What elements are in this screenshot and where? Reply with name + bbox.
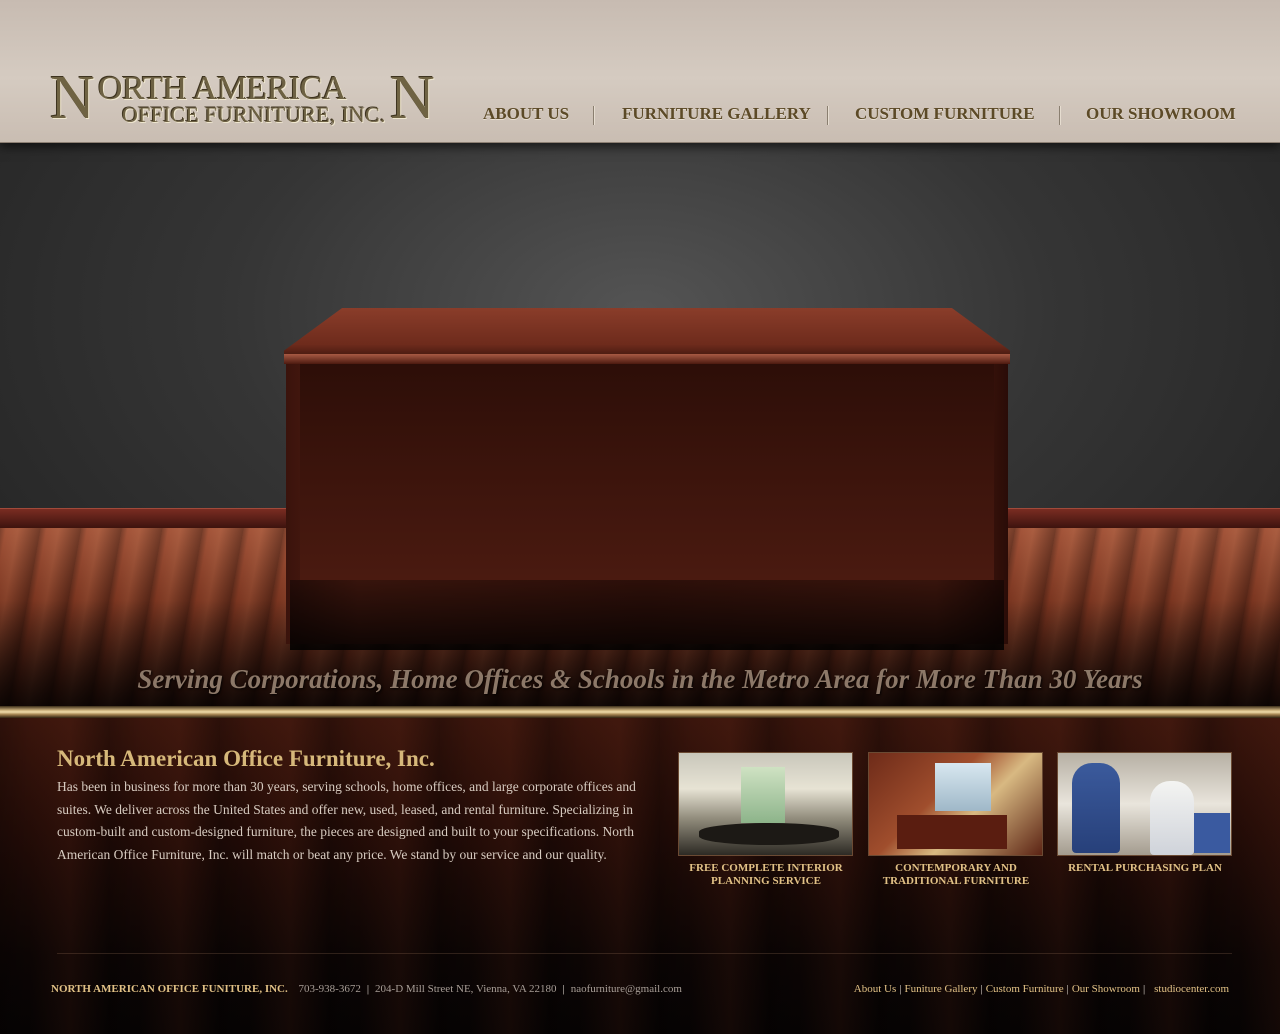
main-content: North American Office Furniture, Inc. Ha… [0, 718, 1280, 1034]
footer-divider [57, 953, 1232, 954]
nav-furniture-gallery[interactable]: FURNITURE GALLERY [622, 104, 811, 124]
feature-rental-plan[interactable]: RENTAL PURCHASING PLAN [1057, 752, 1233, 875]
nav-separator [827, 106, 829, 125]
interior-planning-photo[interactable] [678, 752, 853, 856]
footer-phone: 703-938-3672 [298, 983, 361, 995]
photo-desk [897, 815, 1007, 849]
photo-person [1150, 781, 1194, 855]
footer-company-name: NORTH AMERICAN OFFICE FUNITURE, INC. [51, 983, 288, 995]
photo-conference-table [699, 823, 839, 845]
footer-link-our-showroom[interactable]: Our Showroom [1072, 983, 1140, 995]
logo-line-2: OFFICE FURNITURE, INC. [122, 102, 386, 127]
nav-separator [593, 106, 595, 125]
feature-interior-planning[interactable]: FREE COMPLETE INTERIOR PLANNING SERVICE [678, 752, 854, 888]
pipe-separator: | [980, 983, 983, 995]
feature-caption[interactable]: RENTAL PURCHASING PLAN [1057, 862, 1233, 875]
nav-separator [1059, 106, 1061, 125]
pipe-separator: | [899, 983, 902, 995]
footer-address: 204-D Mill Street NE, Vienna, VA 22180 [375, 983, 557, 995]
hero-tagline: Serving Corporations, Home Offices & Sch… [137, 664, 1143, 694]
footer-link-furniture-gallery[interactable]: Funiture Gallery [904, 983, 977, 995]
footer-links: About Us | Funiture Gallery | Custom Furnitu… [854, 983, 1229, 995]
footer-credit-link[interactable]: studiocenter.com [1154, 983, 1229, 995]
pipe-separator: | [1142, 983, 1146, 995]
site-header: N ORTH AMERICA N OFFICE FURNITURE, INC. … [0, 0, 1280, 143]
feature-caption[interactable]: CONTEMPORARY AND TRADITIONAL FURNITURE [868, 862, 1044, 888]
movers-photo[interactable] [1057, 752, 1232, 856]
desk-image-edge [284, 354, 1010, 364]
logo-initial-left: N [50, 64, 95, 132]
intro-text: Has been in business for more than 30 ye… [57, 779, 636, 862]
nav-about-us[interactable]: ABOUT US [483, 104, 569, 124]
footer-email-link[interactable]: naofurniture@gmail.com [571, 983, 682, 995]
pipe-separator: | [366, 983, 370, 995]
gold-divider-bar [0, 706, 1280, 718]
footer-link-about-us[interactable]: About Us [854, 983, 896, 995]
main-nav: ABOUT US FURNITURE GALLERY CUSTOM FURNIT… [470, 104, 1250, 128]
desk-image-panel [300, 364, 994, 580]
intro-title: North American Office Furniture, Inc. [57, 746, 435, 771]
feature-caption[interactable]: FREE COMPLETE INTERIOR PLANNING SERVICE [678, 862, 854, 888]
logo-line-1: ORTH AMERICA [98, 70, 346, 107]
desk-image-shadow [290, 580, 1004, 650]
pipe-separator: | [1066, 983, 1069, 995]
desk-image-top [284, 308, 1010, 360]
photo-window [935, 763, 991, 811]
nav-our-showroom[interactable]: OUR SHOWROOM [1086, 104, 1236, 124]
nav-custom-furniture[interactable]: CUSTOM FURNITURE [855, 104, 1035, 124]
site-logo[interactable]: N ORTH AMERICA N OFFICE FURNITURE, INC. [50, 64, 440, 132]
footer-link-custom-furniture[interactable]: Custom Furniture [986, 983, 1064, 995]
logo-initial-right: N [390, 64, 435, 132]
photo-glass-wall [741, 767, 785, 823]
traditional-furniture-photo[interactable] [868, 752, 1043, 856]
pipe-separator: | [562, 983, 565, 995]
hero-banner: Serving Corporations, Home Offices & Sch… [0, 142, 1280, 708]
footer-contact: NORTH AMERICAN OFFICE FUNITURE, INC. 703… [51, 983, 682, 995]
photo-person [1194, 813, 1230, 853]
photo-person [1072, 763, 1120, 853]
feature-contemporary-traditional[interactable]: CONTEMPORARY AND TRADITIONAL FURNITURE [868, 752, 1044, 888]
